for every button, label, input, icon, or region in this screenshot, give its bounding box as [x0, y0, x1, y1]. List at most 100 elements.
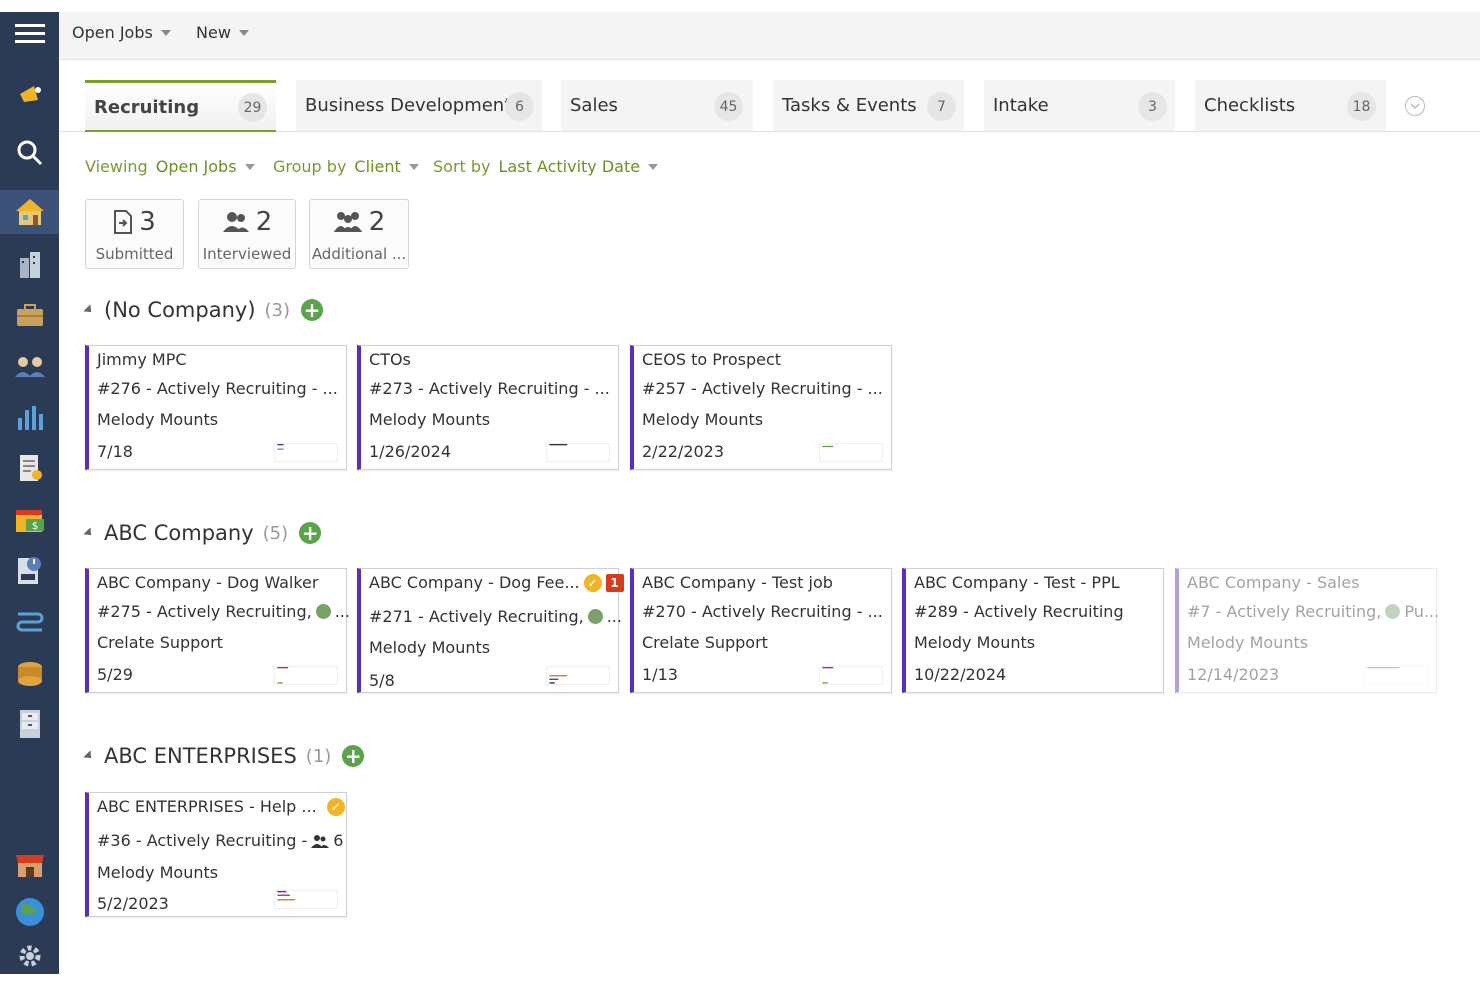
group-by-filter[interactable]: Group by Client — [273, 157, 419, 176]
top-menu-bar: Open Jobs New — [59, 12, 1480, 60]
chevron-down-icon — [160, 29, 171, 36]
stat-interviewed[interactable]: 2 Interviewed — [198, 199, 296, 269]
tab-count-badge: 29 — [238, 93, 267, 122]
group-title: ABC ENTERPRISES — [104, 744, 297, 768]
activity-sparkline — [1364, 666, 1428, 685]
globe-icon — [315, 604, 331, 619]
notification-badge[interactable]: 1 — [605, 573, 624, 592]
tab-sales[interactable]: Sales 45 — [561, 80, 753, 131]
sort-by-label: Sort by — [433, 157, 491, 176]
job-title: ABC Company - Dog Walker — [97, 573, 319, 592]
job-date: 12/14/2023 — [1187, 665, 1280, 684]
verified-badge-icon: ✓ — [326, 797, 345, 816]
job-title: ABC Company - Test - PPL — [914, 573, 1120, 592]
tab-label: Tasks & Events — [782, 95, 917, 116]
group-header-abc-enterprises: ABC ENTERPRISES (1) + — [83, 744, 365, 768]
group-count: (3) — [264, 299, 291, 321]
job-card[interactable]: ABC Company - Dog Walker #275 - Actively… — [85, 568, 350, 693]
job-date: 10/22/2024 — [914, 665, 1007, 684]
contacts-icon[interactable] — [0, 344, 59, 388]
job-owner: Melody Mounts — [914, 633, 1036, 652]
add-job-button[interactable]: + — [301, 299, 324, 321]
document-arrow-icon — [114, 210, 133, 234]
activity-sparkline — [274, 666, 338, 685]
viewing-label: Viewing — [85, 157, 148, 176]
job-date: 5/29 — [97, 665, 133, 684]
job-card[interactable]: CTOs #273 - Actively Recruiting - ... Me… — [357, 345, 619, 470]
job-date: 2/22/2023 — [642, 442, 725, 461]
search-icon[interactable] — [0, 131, 59, 175]
tab-tasks-events[interactable]: Tasks & Events 7 — [773, 80, 964, 131]
group-count: (1) — [305, 745, 332, 767]
collapse-triangle-icon[interactable] — [83, 527, 95, 539]
job-owner: Melody Mounts — [97, 863, 219, 882]
job-card[interactable]: ABC Company - Sales #7 - Actively Recrui… — [1175, 568, 1439, 693]
job-card[interactable]: ABC ENTERPRISES - Help ... ✓ #36 - Activ… — [85, 792, 347, 917]
briefcase-icon[interactable] — [0, 293, 59, 337]
file-cabinet-icon[interactable] — [0, 702, 59, 746]
group-title: ABC Company — [104, 521, 254, 545]
job-status-row: #275 - Actively Recruiting, ... — [97, 602, 350, 621]
payroll-calendar-icon[interactable]: $ — [0, 498, 59, 542]
collapse-triangle-icon[interactable] — [83, 304, 95, 316]
job-owner: Melody Mounts — [1187, 633, 1309, 652]
left-sidebar: $ — [0, 12, 59, 974]
job-card[interactable]: ABC Company - Test job #270 - Actively R… — [630, 568, 892, 693]
hamburger-menu-icon[interactable] — [0, 12, 59, 56]
job-status-row: #36 - Actively Recruiting - 6 — [97, 831, 343, 850]
globe-icon — [587, 609, 603, 624]
job-title: CTOs — [369, 350, 411, 369]
coins-icon[interactable] — [0, 652, 59, 696]
job-status: #273 - Actively Recruiting - ... — [369, 379, 610, 398]
open-jobs-menu[interactable]: Open Jobs — [72, 23, 171, 42]
tab-checklists[interactable]: Checklists 18 — [1195, 80, 1386, 131]
tab-count-badge: 6 — [505, 92, 534, 121]
verified-badge-icon: ✓ — [583, 573, 602, 592]
globe-icon[interactable] — [0, 890, 59, 934]
job-status-row: #271 - Actively Recruiting, ... — [369, 607, 622, 626]
add-job-button[interactable]: + — [342, 745, 365, 767]
group-by-label: Group by — [273, 157, 347, 176]
activity-sparkline — [546, 443, 610, 462]
invoice-icon[interactable] — [0, 446, 59, 490]
job-card[interactable]: CEOS to Prospect #257 - Actively Recruit… — [630, 345, 892, 470]
bar-chart-icon[interactable] — [0, 395, 59, 439]
people-icon — [222, 212, 249, 232]
viewing-filter[interactable]: Viewing Open Jobs — [85, 157, 255, 176]
settings-gear-icon[interactable] — [0, 934, 59, 978]
tab-label: Sales — [570, 95, 618, 116]
stat-submitted[interactable]: 3 Submitted — [85, 199, 184, 269]
job-status-tail: Pu... — [1404, 602, 1440, 621]
job-status-row: #7 - Actively Recruiting, Pu... — [1187, 602, 1439, 621]
globe-icon — [1385, 604, 1401, 619]
job-card[interactable]: ABC Company - Test - PPL #289 - Actively… — [902, 568, 1164, 693]
store-icon[interactable] — [0, 842, 59, 886]
sort-by-filter[interactable]: Sort by Last Activity Date — [433, 157, 659, 176]
workflow-icon[interactable] — [0, 600, 59, 644]
buildings-icon[interactable] — [0, 243, 59, 287]
people-icon — [311, 834, 330, 848]
job-status: #36 - Actively Recruiting - — [97, 831, 308, 850]
job-status: #7 - Actively Recruiting, — [1187, 602, 1382, 621]
time-report-icon[interactable] — [0, 548, 59, 592]
job-date: 1/26/2024 — [369, 442, 452, 461]
job-card[interactable]: ABC Company - Dog Fee... ✓ 1 #271 - Acti… — [357, 568, 624, 693]
tab-business-development[interactable]: Business Development 6 — [296, 80, 542, 131]
home-icon[interactable] — [0, 190, 59, 234]
job-status: #271 - Actively Recruiting, — [369, 607, 584, 626]
add-job-button[interactable]: + — [299, 522, 322, 544]
job-card[interactable]: Jimmy MPC #276 - Actively Recruiting - .… — [85, 345, 347, 470]
job-status-tail: ... — [334, 602, 350, 621]
job-date: 5/8 — [369, 671, 395, 690]
new-menu[interactable]: New — [196, 23, 249, 42]
collapse-triangle-icon[interactable] — [83, 750, 95, 762]
more-tabs-chevron-icon[interactable] — [1405, 96, 1425, 116]
tab-recruiting[interactable]: Recruiting 29 — [85, 80, 276, 131]
job-title: CEOS to Prospect — [642, 350, 782, 369]
stat-count: 2 — [255, 207, 273, 237]
megaphone-icon[interactable] — [0, 74, 59, 118]
job-owner: Melody Mounts — [369, 410, 491, 429]
stat-additional[interactable]: 2 Additional ... — [309, 199, 409, 269]
tab-intake[interactable]: Intake 3 — [984, 80, 1175, 131]
job-status: #257 - Actively Recruiting - ... — [642, 379, 883, 398]
